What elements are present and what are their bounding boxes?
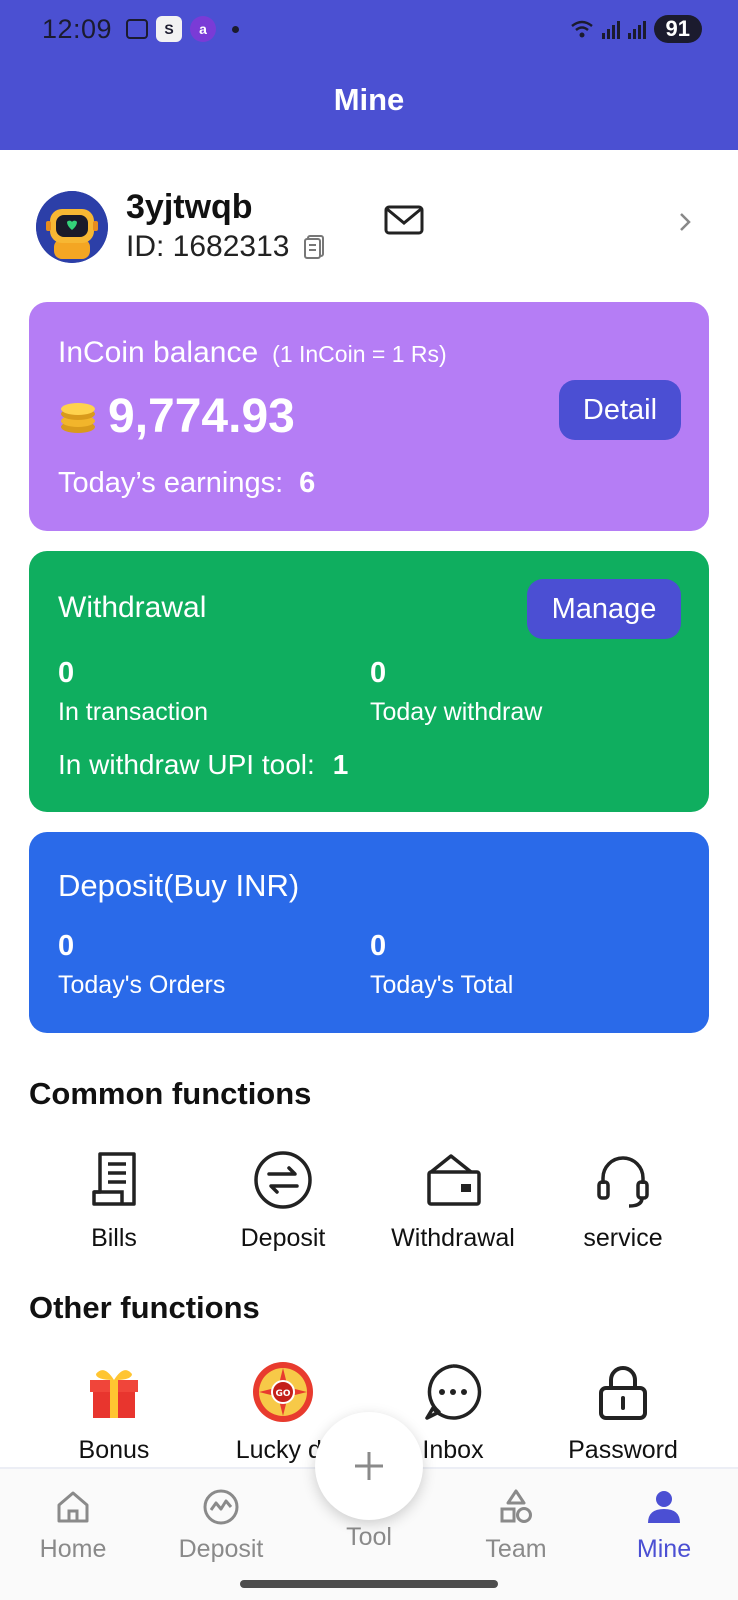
deposit-title: Deposit(Buy INR) (58, 868, 300, 903)
avatar[interactable] (36, 191, 108, 263)
coins-icon (61, 402, 95, 433)
nav-team[interactable]: Team (446, 1487, 586, 1564)
nav-mine[interactable]: Mine (594, 1487, 734, 1564)
bills-label: Bills (91, 1224, 137, 1252)
nav-mine-label: Mine (636, 1535, 692, 1563)
nav-tool[interactable]: Tool (299, 1523, 439, 1552)
today-withdraw-value: 0 (370, 657, 387, 689)
earnings-label: Today’s earnings: (58, 467, 284, 499)
detail-button[interactable]: Detail (559, 380, 681, 440)
battery-indicator: 91 (653, 15, 702, 43)
bonus-label: Bonus (78, 1436, 150, 1464)
robot-avatar-icon (36, 191, 108, 263)
username: 3yjtwqb (126, 188, 253, 226)
withdrawal-function[interactable]: Withdrawal (368, 1148, 538, 1253)
copy-icon[interactable] (303, 234, 325, 260)
app-badge-icon: a (190, 16, 217, 42)
lucky-wheel-icon: GO (253, 1362, 313, 1422)
signal-icon (601, 19, 620, 39)
nav-tool-label: Tool (346, 1523, 392, 1551)
todays-total-label: Today's Total (370, 971, 514, 999)
home-icon (57, 1491, 89, 1523)
incoin-label-row: InCoin balance (1 InCoin = 1 Rs) (58, 336, 447, 370)
deposit-function-label: Deposit (240, 1224, 326, 1252)
deposit-chart-icon (203, 1489, 239, 1525)
lock-icon (599, 1366, 647, 1420)
chat-icon (425, 1364, 482, 1420)
service-label: service (583, 1224, 663, 1252)
exchange-icon (254, 1151, 312, 1209)
user-id: ID: 1682313 (126, 230, 290, 263)
in-transaction-value: 0 (58, 657, 75, 689)
today-withdraw-stat: 0 Today withdraw (370, 657, 542, 727)
todays-orders-stat: 0 Today's Orders (58, 930, 225, 1000)
today-withdraw-label: Today withdraw (370, 698, 543, 726)
service-function[interactable]: service (538, 1148, 708, 1253)
app-notification-icon: S (156, 16, 183, 42)
svg-text:GO: GO (275, 1389, 290, 1399)
incoin-balance-card: InCoin balance (1 InCoin = 1 Rs) 9,774.93… (29, 302, 709, 531)
balance-row: 9,774.93 (58, 389, 295, 444)
nav-team-label: Team (485, 1535, 547, 1563)
todays-orders-value: 0 (58, 930, 75, 962)
nav-deposit-label: Deposit (178, 1535, 264, 1563)
withdrawal-function-label: Withdrawal (391, 1224, 515, 1252)
todays-orders-label: Today's Orders (58, 971, 226, 999)
notification-icons: S a (126, 16, 240, 42)
upi-tool-value: 1 (332, 749, 349, 780)
signal-icon-2 (627, 19, 646, 39)
home-indicator[interactable] (240, 1580, 498, 1588)
tool-fab-button[interactable] (315, 1412, 423, 1520)
status-bar: 12:09 S a 91 (42, 12, 702, 46)
todays-total-value: 0 (370, 930, 387, 962)
common-functions-title: Common functions (29, 1076, 312, 1111)
profile-row[interactable]: 3yjtwqb ID: 1682313 (36, 188, 706, 268)
status-time: 12:09 (42, 13, 113, 44)
bonus-function[interactable]: Bonus (29, 1360, 199, 1465)
screenshot-icon (126, 19, 149, 39)
password-label: Password (568, 1436, 678, 1464)
other-functions-title: Other functions (29, 1290, 260, 1325)
bills-function[interactable]: Bills (29, 1148, 199, 1253)
upi-tool-row: In withdraw UPI tool: 1 (58, 749, 348, 781)
nav-home-label: Home (39, 1535, 107, 1563)
bill-icon (92, 1152, 136, 1206)
withdrawal-card: Withdrawal Manage 0 In transaction 0 Tod… (29, 551, 709, 812)
upi-tool-label: In withdraw UPI tool: (58, 749, 315, 780)
wallet-icon (427, 1154, 481, 1206)
page-title: Mine (333, 82, 405, 117)
headset-icon (597, 1156, 649, 1208)
wifi-icon (570, 20, 593, 38)
password-function[interactable]: Password (538, 1360, 708, 1465)
chevron-right-icon[interactable] (678, 210, 692, 234)
gift-icon (90, 1370, 138, 1418)
todays-total-stat: 0 Today's Total (370, 930, 513, 1000)
nav-deposit[interactable]: Deposit (151, 1487, 291, 1564)
withdrawal-title: Withdrawal (58, 591, 207, 624)
user-id-row: ID: 1682313 (126, 230, 325, 264)
mail-icon[interactable] (384, 204, 424, 236)
status-right: 91 (570, 15, 702, 43)
manage-button[interactable]: Manage (527, 579, 681, 639)
earnings-value: 6 (299, 467, 316, 499)
deposit-function[interactable]: Deposit (198, 1148, 368, 1253)
person-icon (648, 1491, 680, 1523)
deposit-card: Deposit(Buy INR) 0 Today's Orders 0 Toda… (29, 832, 709, 1033)
incoin-balance: 9,774.93 (108, 390, 295, 443)
incoin-rate: (1 InCoin = 1 Rs) (272, 341, 447, 367)
shapes-icon (500, 1489, 532, 1523)
nav-home[interactable]: Home (3, 1487, 143, 1564)
plus-icon (355, 1452, 383, 1480)
in-transaction-stat: 0 In transaction (58, 657, 208, 727)
app-header: 12:09 S a 91 Mine (0, 0, 738, 150)
todays-earnings: Today’s earnings: 6 (58, 467, 315, 500)
incoin-label: InCoin balance (58, 336, 259, 369)
more-notifications-dot (232, 25, 240, 33)
in-transaction-label: In transaction (58, 698, 209, 726)
